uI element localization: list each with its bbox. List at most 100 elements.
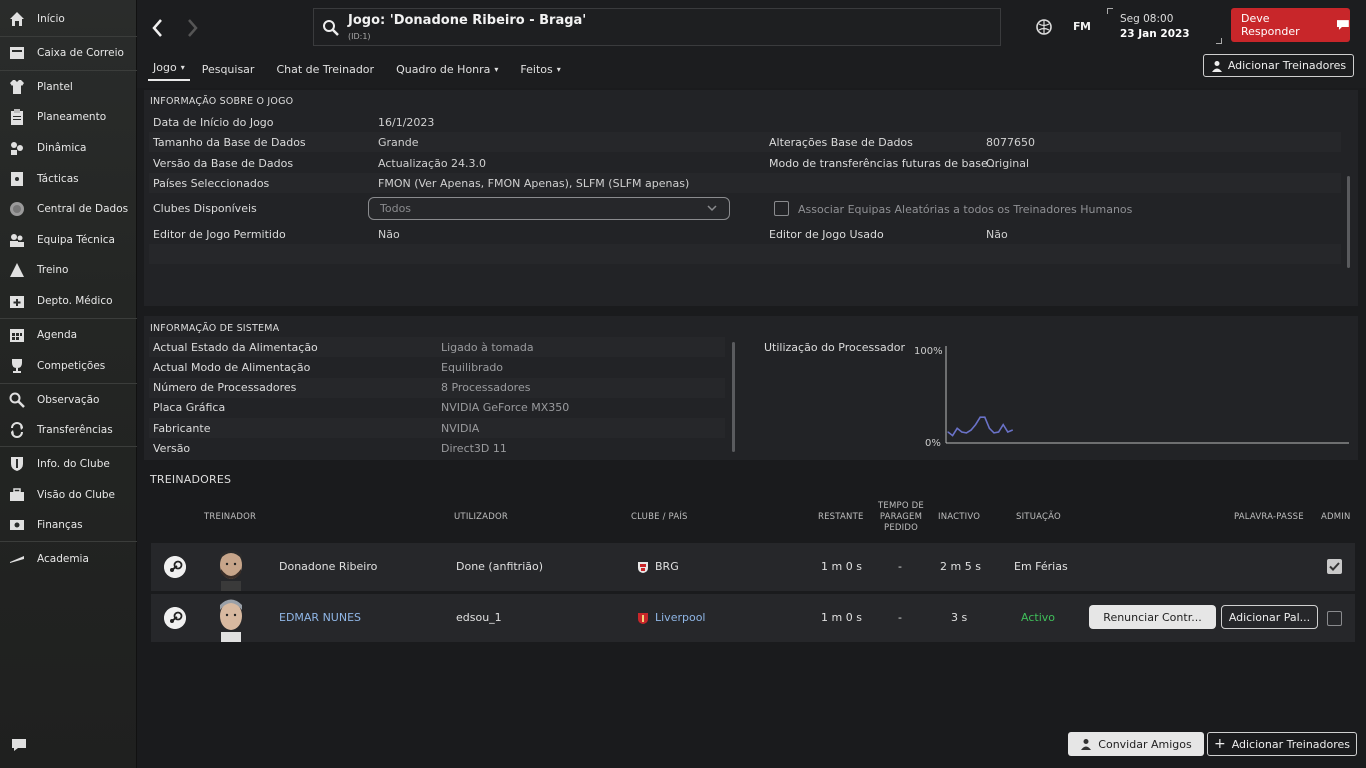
inactive-time: 3 s	[951, 611, 968, 624]
sidebar-item-label: Treino	[37, 264, 69, 276]
club-name-link[interactable]: Liverpool	[637, 611, 705, 625]
cpu-usage-point	[984, 416, 986, 418]
cpu-usage-point	[952, 435, 954, 437]
table-row[interactable]: EDMAR NUNES edsou_1 Liverpool 1 m 0 s - …	[151, 594, 1355, 642]
search-bar[interactable]: Jogo: 'Donadone Ribeiro - Braga' (ID:1)	[313, 8, 1001, 46]
column-header-user[interactable]: UTILIZADOR	[454, 512, 508, 522]
add-coaches-label: Adicionar Treinadores	[1231, 737, 1351, 751]
add-password-button[interactable]: Adicionar Pal...	[1221, 605, 1318, 629]
sidebar-item-home[interactable]: Início	[0, 4, 137, 34]
assoc-random-teams-checkbox[interactable]	[774, 201, 789, 216]
countries-label: Países Seleccionados	[153, 176, 270, 190]
sidebar-item-squad[interactable]: Plantel	[0, 72, 137, 102]
column-header-club[interactable]: CLUBE / PAÍS	[631, 512, 688, 522]
calendar-icon	[9, 327, 25, 343]
steam-icon	[164, 607, 186, 629]
tab-hall-of-fame[interactable]: Quadro de Honra ▾	[396, 57, 498, 81]
tab-bar: Jogo ▾ Pesquisar Chat de Treinador Quadro…	[148, 57, 583, 81]
column-header-status[interactable]: SITUAÇÃO	[1016, 512, 1061, 522]
sidebar-item-competitions[interactable]: Competições	[0, 351, 137, 381]
column-header-pause-line: PEDIDO	[884, 523, 918, 533]
tab-game[interactable]: Jogo ▾	[148, 57, 190, 81]
sidebar-item-dynamics[interactable]: Dinâmica	[0, 133, 137, 163]
steam-icon	[164, 556, 186, 578]
clubs-dropdown[interactable]: Todos	[368, 197, 730, 220]
coach-name-link[interactable]: EDMAR NUNES	[279, 611, 361, 624]
tab-coach-chat[interactable]: Chat de Treinador	[276, 57, 374, 81]
date-display[interactable]: Seg 08:00 23 Jan 2023	[1107, 8, 1222, 44]
db-size-value: Grande	[378, 135, 419, 149]
sidebar-item-label: Transferências	[37, 424, 113, 436]
add-coaches-label: Adicionar Treinadores	[1227, 59, 1347, 72]
cpu-usage-point	[1002, 424, 1004, 426]
sidebar-item-club-vision[interactable]: Visão do Clube	[0, 480, 137, 510]
user-name: edsou_1	[456, 611, 502, 624]
back-icon[interactable]	[146, 14, 170, 42]
resign-contract-button[interactable]: Renunciar Contr...	[1089, 605, 1216, 629]
invite-friends-button[interactable]: Convidar Amigos	[1068, 732, 1204, 756]
system-info-row: Actual Estado da Alimentação Ligado à tom…	[149, 337, 725, 357]
sidebar-item-label: Início	[37, 13, 65, 25]
sidebar-item-inbox[interactable]: Caixa de Correio	[0, 38, 137, 68]
sidebar-item-transfers[interactable]: Transferências	[0, 415, 137, 445]
sidebar-item-academy[interactable]: Academia	[0, 544, 137, 574]
scrollbar[interactable]	[732, 342, 735, 452]
shirt-icon	[9, 79, 25, 95]
system-info-label: Versão	[153, 442, 191, 455]
admin-checkbox[interactable]	[1327, 559, 1342, 574]
column-header-pause[interactable]: TEMPO DE PARAGEM PEDIDO	[872, 501, 930, 534]
info-row: Países Seleccionados FMON (Ver Apenas, F…	[149, 173, 1341, 193]
date-day: Seg 08:00	[1120, 13, 1174, 25]
sidebar-item-medical[interactable]: Depto. Médico	[0, 286, 137, 316]
club-label: Liverpool	[655, 611, 706, 624]
fm-logo[interactable]: FM	[1073, 20, 1091, 33]
editor-used-label: Editor de Jogo Usado	[769, 227, 884, 241]
add-person-icon	[1211, 60, 1222, 72]
sidebar-item-training[interactable]: Treino	[0, 255, 137, 285]
date-full: 23 Jan 2023	[1120, 28, 1190, 40]
tab-search[interactable]: Pesquisar	[202, 57, 255, 81]
sidebar-item-staff[interactable]: Equipa Técnica	[0, 225, 137, 255]
cpu-usage-point	[965, 432, 967, 434]
divider	[0, 318, 137, 319]
column-header-coach[interactable]: TREINADOR	[204, 512, 256, 522]
section-title: TREINADORES	[150, 473, 232, 486]
tab-achievements[interactable]: Feitos ▾	[520, 57, 560, 81]
chat-icon[interactable]	[10, 737, 28, 753]
column-header-password[interactable]: PALAVRA-PASSE	[1234, 512, 1304, 522]
forward-icon[interactable]	[180, 14, 204, 42]
scouting-icon	[9, 392, 25, 408]
section-title: INFORMAÇÃO DE SISTEMA	[150, 323, 280, 334]
add-coaches-top-button[interactable]: Adicionar Treinadores	[1203, 54, 1354, 77]
sidebar-item-tactics[interactable]: Tácticas	[0, 164, 137, 194]
admin-checkbox[interactable]	[1327, 611, 1342, 626]
trophy-icon	[9, 358, 25, 374]
scrollbar[interactable]	[1347, 176, 1350, 268]
inactive-time: 2 m 5 s	[940, 560, 981, 573]
sidebar-item-finances[interactable]: Finanças	[0, 510, 137, 540]
club-name[interactable]: BRG	[637, 560, 679, 574]
network-globe-icon[interactable]	[1035, 18, 1053, 36]
add-coaches-button[interactable]: + Adicionar Treinadores	[1207, 732, 1357, 756]
system-info-row: Versão Direct3D 11	[149, 439, 725, 459]
table-row[interactable]: Donadone Ribeiro Done (anfitrião) BRG 1 …	[151, 543, 1355, 591]
sidebar-item-label: Tácticas	[37, 173, 79, 185]
future-transfers-label: Modo de transferências futuras de base..…	[769, 156, 999, 170]
sidebar-item-club-info[interactable]: Info. do Clube	[0, 449, 137, 479]
sidebar-item-calendar[interactable]: Agenda	[0, 320, 137, 350]
sidebar-item-planning[interactable]: Planeamento	[0, 102, 137, 132]
must-respond-button[interactable]: Deve Responder	[1231, 8, 1350, 42]
column-header-inactive[interactable]: INACTIVO	[938, 512, 980, 522]
divider	[0, 541, 137, 542]
sidebar-item-scouting[interactable]: Observação	[0, 385, 137, 415]
column-header-admin[interactable]: ADMIN	[1321, 512, 1351, 522]
coach-name[interactable]: Donadone Ribeiro	[279, 560, 377, 573]
info-row: Versão da Base de Dados Actualização 24.…	[149, 153, 1341, 173]
cpu-usage-chart	[945, 346, 1349, 444]
sidebar-item-data[interactable]: Central de Dados	[0, 194, 137, 224]
divider	[0, 446, 137, 447]
column-header-remaining[interactable]: RESTANTE	[818, 512, 864, 522]
section-title: INFORMAÇÃO SOBRE O JOGO	[150, 96, 294, 107]
divider	[0, 70, 137, 71]
cpu-axis-max: 100%	[914, 346, 943, 357]
